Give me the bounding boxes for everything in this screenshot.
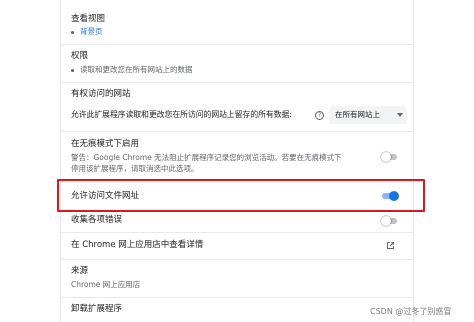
background-page-label: 背景页 <box>80 27 103 36</box>
divider <box>61 232 413 233</box>
view-section-title: 查看视图 <box>71 14 106 24</box>
permission-item: 读取和更改您在所有网站上的数据 <box>71 65 193 75</box>
help-icon[interactable]: ? <box>315 111 324 120</box>
source-title: 来源 <box>71 266 89 276</box>
source-value: Chrome 网上应用店 <box>71 280 141 289</box>
watermark: CSDN @过冬了别惑冒 <box>370 307 452 316</box>
incognito-title: 在无痕模式下启用 <box>71 139 140 149</box>
errors-toggle[interactable] <box>381 216 399 226</box>
bullet-icon <box>71 30 74 34</box>
extension-details-card: 查看视图 背景页 权限 读取和更改您在所有网站上的数据 有权访问的网站 允许此扩… <box>60 0 414 322</box>
divider <box>61 259 413 260</box>
background-page-link[interactable]: 背景页 <box>71 27 103 37</box>
bullet-icon <box>71 68 74 72</box>
store-details-link[interactable]: 在 Chrome 网上应用店中查看详情 <box>71 240 203 251</box>
divider <box>61 297 413 298</box>
extension-details-page: 查看视图 背景页 权限 读取和更改您在所有网站上的数据 有权访问的网站 允许此扩… <box>0 0 474 322</box>
site-access-section-title: 有权访问的网站 <box>71 89 131 99</box>
open-in-new-icon[interactable] <box>386 241 395 250</box>
toggle-knob <box>381 216 391 226</box>
incognito-toggle[interactable] <box>381 152 399 162</box>
divider <box>61 131 413 132</box>
divider <box>61 44 413 45</box>
highlight-annotation-box <box>57 179 425 212</box>
site-access-select[interactable]: 在所有网站上 <box>329 106 407 124</box>
toggle-knob <box>381 152 391 162</box>
permissions-section-title: 权限 <box>71 51 89 61</box>
site-access-select-value: 在所有网站上 <box>335 110 380 119</box>
incognito-warning-line1: 警告：Google Chrome 无法阻止扩展程序记录您的浏览活动。若要在无痕模… <box>71 153 342 162</box>
chevron-down-icon <box>397 113 403 117</box>
errors-title: 收集各项错误 <box>71 215 123 225</box>
incognito-warning-line2: 停用该扩展程序，请取消选中此选项。 <box>71 164 199 173</box>
site-access-description: 允许此扩展程序读取和更改您在所访问的网站上留存的所有数据: <box>71 110 292 119</box>
uninstall-extension-link[interactable]: 卸载扩展程序 <box>71 304 122 315</box>
permission-item-label: 读取和更改您在所有网站上的数据 <box>80 65 193 74</box>
divider <box>61 82 413 83</box>
